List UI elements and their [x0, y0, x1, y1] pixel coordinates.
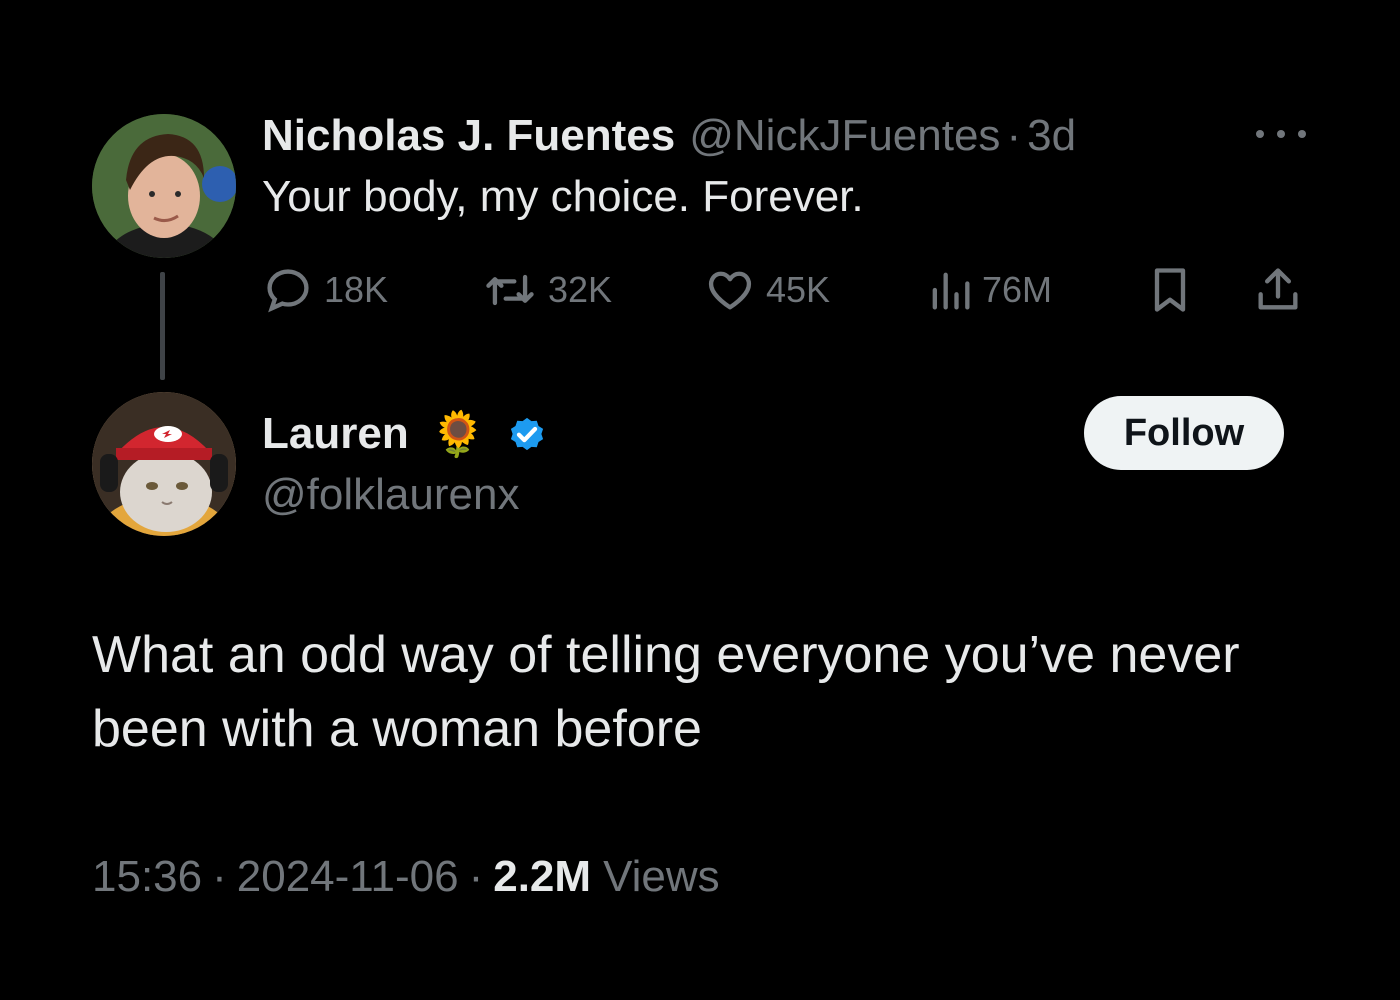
more-horizontal-icon	[1256, 130, 1264, 138]
views-button[interactable]: 76M	[928, 262, 1052, 318]
separator-dot: ·	[1006, 111, 1022, 160]
profile-photo-icon	[92, 114, 236, 258]
reply-count: 18K	[324, 269, 389, 310]
tweet-time[interactable]: 15:36	[92, 852, 202, 902]
more-dot	[1277, 130, 1285, 138]
parent-tweet-header: Nicholas J. Fuentes @NickJFuentes · 3d	[262, 106, 1076, 166]
more-dot	[1298, 130, 1306, 138]
reply-avatar[interactable]	[92, 392, 236, 536]
bookmark-icon	[1154, 268, 1186, 312]
like-count: 45K	[766, 269, 831, 310]
reply-tweet-text: What an odd way of telling everyone you’…	[92, 626, 1240, 758]
retweet-button[interactable]: 32K	[482, 262, 612, 318]
reply-icon	[267, 269, 309, 313]
share-icon	[1258, 268, 1298, 310]
parent-tweet-text: Your body, my choice. Forever.	[262, 172, 864, 221]
verified-badge-icon[interactable]	[504, 411, 550, 457]
reply-tweet-header: Lauren 🌻	[262, 402, 550, 466]
reply-handle[interactable]: @folklaurenx	[262, 470, 519, 520]
like-button[interactable]: 45K	[704, 262, 830, 318]
follow-button[interactable]: Follow	[1084, 396, 1284, 470]
separator-dot: ·	[212, 852, 227, 901]
separator-dot: ·	[468, 852, 484, 901]
tweet-date[interactable]: 2024-11-06	[237, 852, 459, 902]
thread-connector-line	[160, 272, 165, 380]
tweet-metadata: 15:36 · 2024-11-06 · 2.2M Views	[92, 850, 720, 904]
share-button[interactable]	[1252, 262, 1304, 318]
views-count-parent: 76M	[982, 269, 1053, 310]
reply-button[interactable]: 18K	[262, 262, 388, 318]
parent-handle[interactable]: @NickJFuentes	[689, 111, 1000, 161]
views-label: Views	[603, 852, 720, 901]
bookmark-button[interactable]	[1148, 262, 1192, 318]
sunflower-emoji: 🌻	[430, 410, 486, 459]
heart-icon	[708, 271, 752, 310]
reply-display-name[interactable]: Lauren	[262, 409, 409, 459]
parent-avatar[interactable]	[92, 114, 236, 258]
more-options-button[interactable]	[1256, 112, 1306, 156]
cat-with-headphones-photo-icon	[92, 392, 236, 536]
retweet-icon	[486, 274, 534, 306]
retweet-count: 32K	[548, 269, 613, 310]
views-chart-icon	[932, 272, 970, 310]
parent-tweet-age[interactable]: 3d	[1027, 111, 1076, 161]
views-count: 2.2M	[493, 852, 592, 901]
parent-display-name[interactable]: Nicholas J. Fuentes	[262, 111, 675, 161]
